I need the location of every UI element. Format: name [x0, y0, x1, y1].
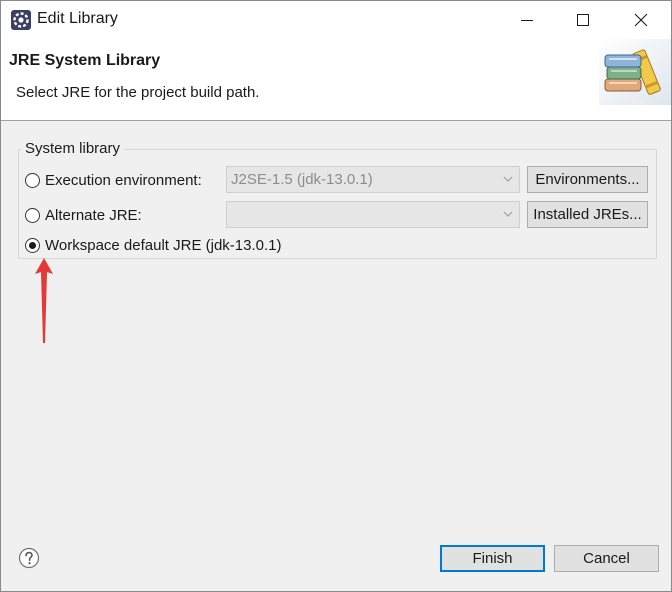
help-icon[interactable]: [18, 547, 40, 569]
wizard-banner: JRE System Library Select JRE for the pr…: [1, 39, 671, 121]
window-title: Edit Library: [37, 10, 118, 27]
cancel-button[interactable]: Cancel: [554, 545, 659, 572]
alternate-jre-option[interactable]: Alternate JRE:: [25, 204, 142, 226]
alternate-jre-combo: [226, 201, 520, 228]
execution-environment-combo: J2SE-1.5 (jdk-13.0.1): [226, 166, 520, 193]
system-library-legend: System library: [21, 140, 125, 157]
environments-button[interactable]: Environments...: [527, 166, 648, 193]
banner-title: JRE System Library: [9, 52, 161, 69]
alternate-jre-radio[interactable]: [25, 207, 40, 223]
execution-environment-option[interactable]: Execution environment:: [25, 169, 202, 191]
maximize-icon: [577, 14, 589, 26]
alternate-jre-label: Alternate JRE:: [45, 206, 142, 224]
installed-jres-button[interactable]: Installed JREs...: [527, 201, 648, 228]
library-books-icon: [599, 39, 671, 105]
execution-environment-label: Execution environment:: [45, 171, 202, 189]
maximize-button[interactable]: [555, 1, 611, 39]
chevron-down-icon: [503, 211, 513, 217]
close-button[interactable]: [613, 1, 669, 39]
execution-environment-radio[interactable]: [25, 172, 40, 188]
eclipse-gear-icon: [11, 10, 31, 30]
minimize-icon: [521, 20, 533, 21]
minimize-button[interactable]: [499, 1, 555, 39]
edit-library-dialog: Edit Library JRE System Library Select J…: [0, 0, 672, 592]
close-icon: [634, 13, 648, 27]
workspace-default-jre-radio[interactable]: [25, 237, 40, 253]
workspace-default-jre-label: Workspace default JRE (jdk-13.0.1): [45, 236, 282, 254]
chevron-down-icon: [503, 176, 513, 182]
workspace-default-jre-option[interactable]: Workspace default JRE (jdk-13.0.1): [25, 234, 282, 256]
banner-description: Select JRE for the project build path.: [16, 84, 260, 101]
title-bar: Edit Library: [1, 1, 671, 39]
execution-environment-value: J2SE-1.5 (jdk-13.0.1): [231, 171, 373, 188]
red-arrow-up-icon: [35, 258, 53, 343]
finish-button[interactable]: Finish: [440, 545, 545, 572]
